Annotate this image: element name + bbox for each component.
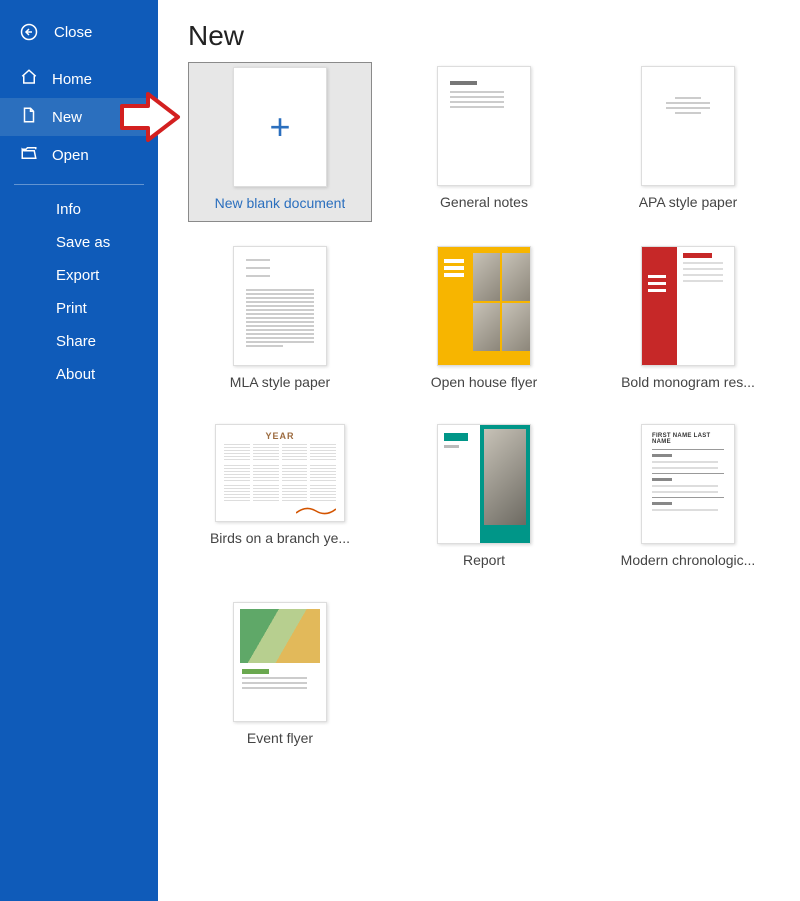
nav-label: New	[52, 109, 82, 126]
template-thumbnail	[437, 424, 531, 544]
template-thumbnail: +	[233, 67, 327, 187]
template-label: MLA style paper	[230, 374, 330, 390]
template-tile-mla[interactable]: MLA style paper	[188, 242, 372, 400]
nav-item-open[interactable]: Open	[0, 136, 158, 174]
new-icon	[20, 106, 38, 128]
nav-item-home[interactable]: Home	[0, 60, 158, 98]
nav-item-export[interactable]: Export	[0, 259, 158, 292]
template-thumbnail	[641, 66, 735, 186]
template-tile-chronoresume[interactable]: FIRST NAME LAST NAME Modern chronologic..…	[596, 420, 780, 578]
template-tile-report[interactable]: Report	[392, 420, 576, 578]
template-label: Bold monogram res...	[621, 374, 755, 390]
template-label: Birds on a branch ye...	[210, 530, 350, 546]
template-tile-calendar[interactable]: YEAR Birds on a branch ye...	[188, 420, 372, 578]
main-content: New + New blank document General notes APA …	[158, 0, 800, 901]
template-tile-blank[interactable]: + New blank document	[188, 62, 372, 222]
nav-item-share[interactable]: Share	[0, 325, 158, 358]
template-thumbnail: YEAR	[215, 424, 345, 522]
template-label: Report	[463, 552, 505, 568]
template-label: Modern chronologic...	[621, 552, 756, 568]
template-tile-monogram[interactable]: Bold monogram res...	[596, 242, 780, 400]
open-icon	[20, 144, 38, 166]
template-label: General notes	[440, 194, 528, 210]
back-arrow-icon	[20, 22, 38, 42]
nav-label: Open	[52, 147, 89, 164]
sidebar-divider	[14, 184, 144, 185]
template-label: Event flyer	[247, 730, 313, 746]
home-icon	[20, 68, 38, 90]
template-tile-eventflyer[interactable]: Event flyer	[188, 598, 372, 756]
nav-item-saveas[interactable]: Save as	[0, 226, 158, 259]
template-label: APA style paper	[639, 194, 738, 210]
template-label: Open house flyer	[431, 374, 538, 390]
template-thumbnail	[437, 66, 531, 186]
nav-item-new[interactable]: New	[0, 98, 158, 136]
nav-item-info[interactable]: Info	[0, 193, 158, 226]
close-button[interactable]: Close	[0, 10, 158, 60]
backstage-sidebar: Close Home New Open InfoSave asExportPrint…	[0, 0, 158, 901]
close-label: Close	[54, 24, 92, 41]
template-thumbnail	[233, 602, 327, 722]
template-tile-notes[interactable]: General notes	[392, 62, 576, 222]
template-thumbnail	[641, 246, 735, 366]
template-label: New blank document	[215, 195, 346, 211]
nav-item-print[interactable]: Print	[0, 292, 158, 325]
nav-item-about[interactable]: About	[0, 358, 158, 391]
template-tile-openhouse[interactable]: Open house flyer	[392, 242, 576, 400]
page-title: New	[188, 20, 780, 52]
template-gallery: + New blank document General notes APA styl…	[188, 62, 780, 756]
template-thumbnail	[233, 246, 327, 366]
template-thumbnail	[437, 246, 531, 366]
nav-label: Home	[52, 71, 92, 88]
template-thumbnail: FIRST NAME LAST NAME	[641, 424, 735, 544]
template-tile-apa[interactable]: APA style paper	[596, 62, 780, 222]
